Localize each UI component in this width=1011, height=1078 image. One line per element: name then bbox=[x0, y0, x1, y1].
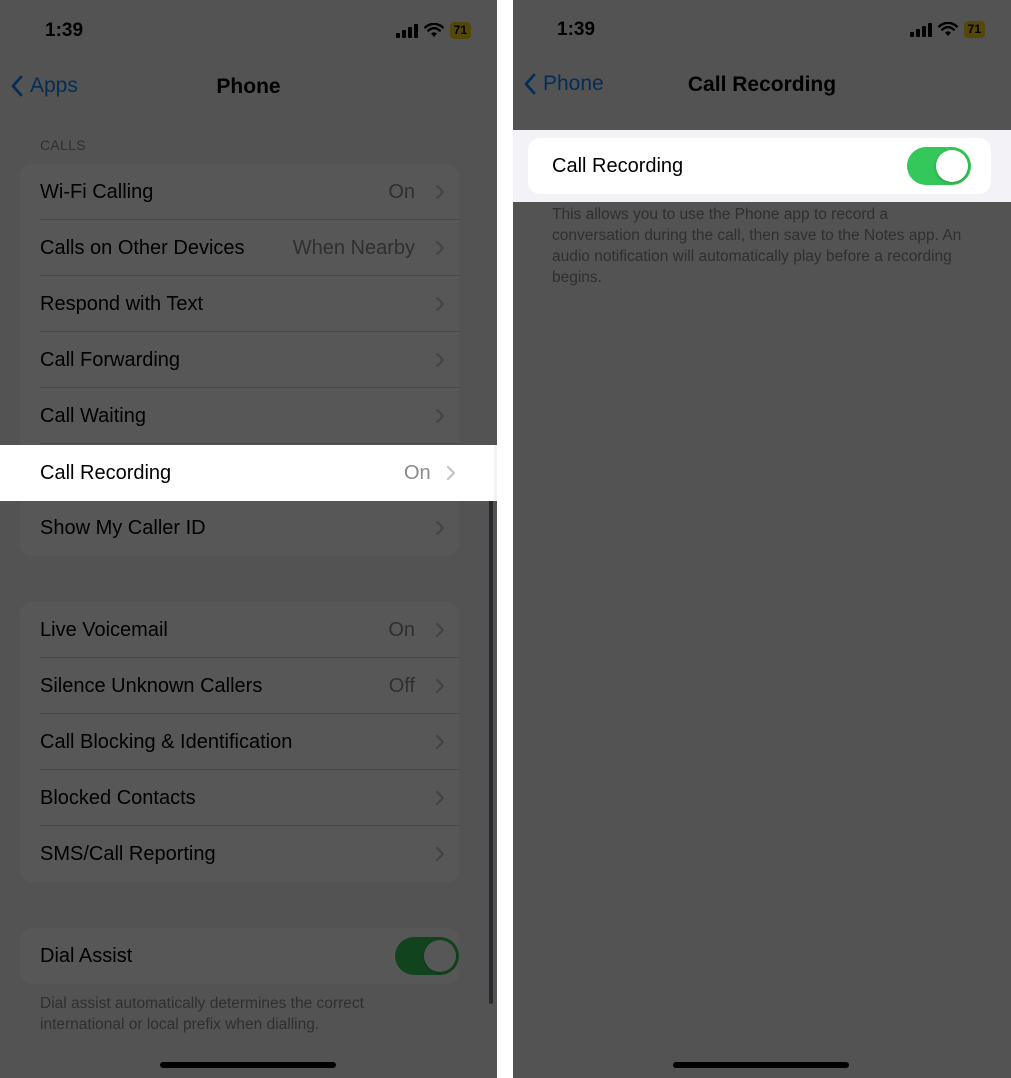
phone-settings-screen: 1:39 71 Apps Phone CALLS Wi-Fi Calling O… bbox=[0, 0, 497, 1078]
row-label: Wi-Fi Calling bbox=[40, 180, 154, 203]
row-value: On bbox=[388, 180, 415, 203]
battery-icon: 71 bbox=[963, 21, 985, 38]
row-label: Respond with Text bbox=[40, 292, 204, 315]
scrollbar[interactable] bbox=[489, 448, 493, 1004]
dial-assist-footnote: Dial assist automatically determines the… bbox=[40, 995, 364, 1033]
status-time: 1:39 bbox=[45, 20, 84, 41]
status-time: 1:39 bbox=[557, 19, 596, 40]
row-label: Live Voicemail bbox=[40, 618, 168, 641]
page-title: Call Recording bbox=[687, 73, 837, 96]
chevron-right-icon bbox=[435, 408, 445, 424]
highlight-band: Call Recording bbox=[513, 130, 1011, 202]
row-label: Show My Caller ID bbox=[40, 516, 206, 539]
home-indicator[interactable] bbox=[673, 1062, 849, 1068]
status-bar: 1:39 71 bbox=[513, 0, 1011, 60]
row-value: When Nearby bbox=[292, 236, 415, 259]
row-label: Call Recording bbox=[552, 154, 684, 177]
row-label: Call Blocking & Identification bbox=[40, 730, 293, 753]
navigation-bar: Apps Phone bbox=[0, 60, 497, 116]
status-bar: 1:39 71 bbox=[0, 0, 497, 60]
row-call-waiting[interactable]: Call Waiting bbox=[20, 388, 459, 444]
chevron-right-icon bbox=[435, 296, 445, 312]
row-show-my-caller-id[interactable]: Show My Caller ID bbox=[20, 500, 459, 556]
voicemail-group: Live Voicemail On Silence Unknown Caller… bbox=[20, 602, 459, 882]
row-silence-unknown-callers[interactable]: Silence Unknown Callers Off bbox=[20, 658, 459, 714]
row-live-voicemail[interactable]: Live Voicemail On bbox=[20, 602, 459, 658]
row-sms-call-reporting[interactable]: SMS/Call Reporting bbox=[20, 826, 459, 882]
chevron-right-icon bbox=[435, 184, 445, 200]
chevron-right-icon bbox=[435, 352, 445, 368]
row-label: Call Forwarding bbox=[40, 348, 181, 371]
row-value: On bbox=[388, 618, 415, 641]
chevron-right-icon bbox=[435, 846, 445, 862]
row-value: Off bbox=[388, 674, 415, 697]
row-label: Blocked Contacts bbox=[40, 786, 196, 809]
row-call-blocking[interactable]: Call Blocking & Identification bbox=[20, 714, 459, 770]
call-recording-toggle[interactable] bbox=[907, 147, 971, 185]
dial-assist-toggle[interactable] bbox=[395, 937, 459, 975]
chevron-right-icon bbox=[435, 734, 445, 750]
row-label: Dial Assist bbox=[40, 944, 133, 967]
call-recording-group: Call Recording bbox=[528, 138, 991, 194]
row-label: Calls on Other Devices bbox=[40, 236, 245, 259]
section-header-calls: CALLS bbox=[40, 137, 86, 153]
row-wifi-calling[interactable]: Wi-Fi Calling On bbox=[20, 164, 459, 220]
row-blocked-contacts[interactable]: Blocked Contacts bbox=[20, 770, 459, 826]
call-recording-footnote: This allows you to use the Phone app to … bbox=[552, 206, 962, 286]
row-dial-assist: Dial Assist bbox=[20, 928, 459, 984]
cellular-signal-icon bbox=[909, 22, 932, 37]
cellular-signal-icon bbox=[395, 23, 418, 38]
chevron-right-icon bbox=[446, 465, 456, 481]
row-label: Call Recording bbox=[40, 461, 172, 484]
call-recording-screen: 1:39 71 Phone Call Recording Call Record… bbox=[513, 0, 1011, 1078]
home-indicator[interactable] bbox=[160, 1062, 336, 1068]
chevron-right-icon bbox=[435, 622, 445, 638]
chevron-right-icon bbox=[435, 240, 445, 256]
row-label: Silence Unknown Callers bbox=[40, 674, 263, 697]
row-value: On bbox=[404, 461, 431, 484]
chevron-right-icon bbox=[435, 678, 445, 694]
page-title: Phone bbox=[216, 75, 281, 98]
row-respond-with-text[interactable]: Respond with Text bbox=[20, 276, 459, 332]
row-call-recording-toggle: Call Recording bbox=[528, 138, 991, 194]
row-call-forwarding[interactable]: Call Forwarding bbox=[20, 332, 459, 388]
navigation-bar: Phone Call Recording bbox=[513, 58, 1011, 114]
battery-icon: 71 bbox=[449, 22, 471, 39]
chevron-right-icon bbox=[435, 520, 445, 536]
dial-assist-group: Dial Assist bbox=[20, 928, 459, 984]
wifi-icon bbox=[937, 22, 958, 36]
wifi-icon bbox=[423, 23, 444, 37]
row-calls-on-other-devices[interactable]: Calls on Other Devices When Nearby bbox=[20, 220, 459, 276]
chevron-right-icon bbox=[435, 790, 445, 806]
row-label: Call Waiting bbox=[40, 404, 146, 427]
row-label: SMS/Call Reporting bbox=[40, 842, 216, 865]
row-call-recording[interactable]: Call Recording On bbox=[0, 445, 494, 501]
